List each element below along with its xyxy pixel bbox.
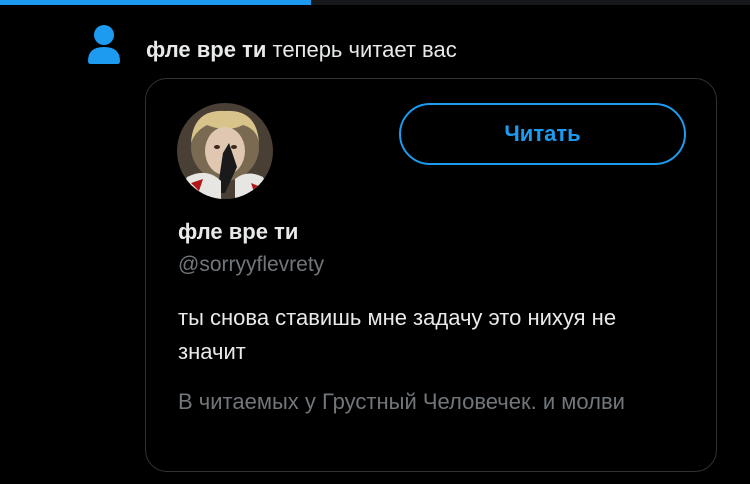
followed-by-text: В читаемых у Грустный Человечек. и молви bbox=[178, 389, 625, 414]
follow-notification-text: фле вре ти теперь читает вас bbox=[146, 36, 457, 64]
user-display-name[interactable]: фле вре ти bbox=[178, 219, 298, 245]
follow-button[interactable]: Читать bbox=[399, 103, 686, 165]
user-card[interactable]: Читать фле вре ти @sorryyflevrety ты сно… bbox=[145, 78, 717, 472]
loading-progress-fill bbox=[0, 0, 312, 5]
notification-actor-name[interactable]: фле вре ти bbox=[146, 37, 266, 62]
person-icon bbox=[86, 24, 122, 64]
user-handle[interactable]: @sorryyflevrety bbox=[178, 253, 324, 277]
loading-progress-bar bbox=[0, 0, 750, 5]
notification-action-text: теперь читает вас bbox=[272, 37, 457, 62]
user-avatar[interactable] bbox=[177, 103, 273, 199]
user-bio: ты снова ставишь мне задачу это нихуя не… bbox=[178, 305, 617, 364]
